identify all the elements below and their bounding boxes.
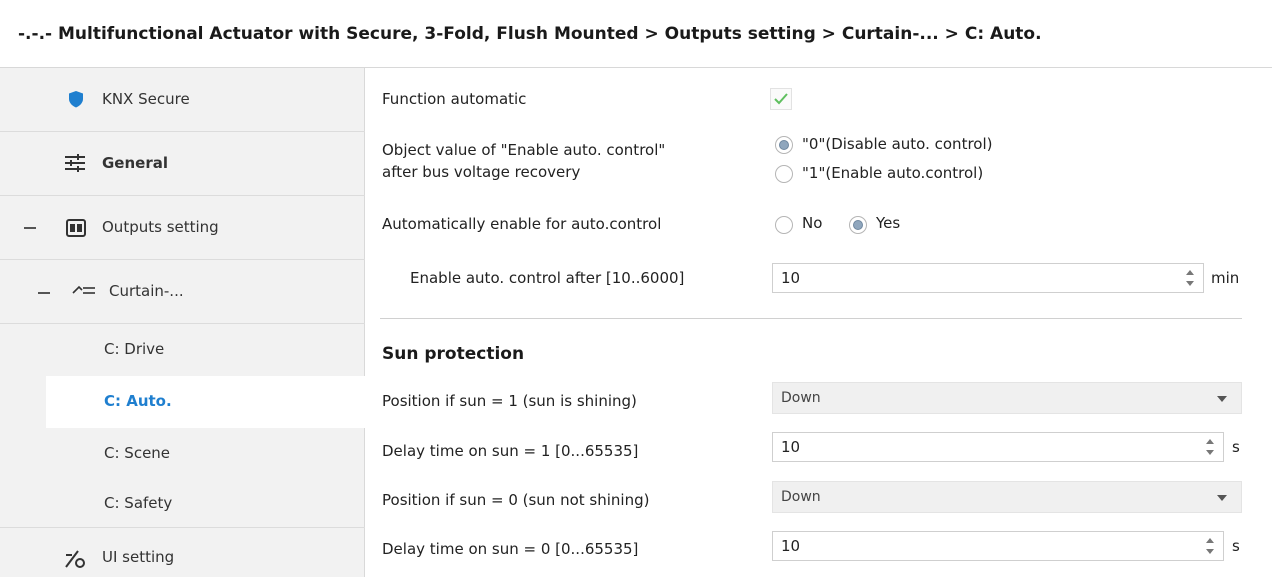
sidebar-item-knx-secure[interactable]: KNX Secure — [0, 68, 365, 132]
position-sun0-value: Down — [781, 489, 821, 505]
auto-enable-radio-no[interactable] — [775, 216, 793, 234]
dropdown-caret-icon — [1217, 396, 1227, 402]
enable-after-spinbox[interactable]: 10 — [772, 263, 1204, 293]
sidebar-item-label: C: Auto. — [104, 392, 172, 410]
sidebar-item-label: UI setting — [102, 548, 175, 566]
sidebar-item-c-scene[interactable]: C: Scene — [0, 428, 365, 480]
delay-sun1-label: Delay time on sun = 1 [0...65535] — [382, 442, 639, 460]
object-value-option-0: "0"(Disable auto. control) — [802, 135, 993, 153]
sidebar: KNX Secure General Outputs setting Curta… — [0, 68, 365, 577]
object-value-option-1: "1"(Enable auto.control) — [802, 164, 984, 182]
curtain-icon — [72, 284, 96, 298]
settings-panel: Function automatic Object value of "Enab… — [366, 68, 1272, 577]
sliders-icon — [64, 153, 86, 173]
object-value-label-line1: Object value of "Enable auto. control" — [382, 141, 666, 159]
enable-after-label: Enable auto. control after [10..6000] — [410, 269, 685, 287]
sidebar-item-c-auto[interactable]: C: Auto. — [46, 376, 365, 428]
ui-setting-icon — [64, 549, 86, 569]
sidebar-item-ui-setting[interactable]: UI setting — [0, 528, 365, 577]
outputs-icon — [66, 219, 86, 237]
auto-enable-label: Automatically enable for auto.control — [382, 215, 662, 233]
breadcrumb: -.-.- Multifunctional Actuator with Secu… — [18, 24, 1042, 44]
sidebar-item-label: Outputs setting — [102, 218, 219, 236]
sidebar-item-label: C: Scene — [104, 444, 171, 462]
sun-protection-heading: Sun protection — [382, 344, 525, 364]
divider — [380, 318, 1242, 319]
sidebar-item-label: C: Safety — [104, 494, 173, 512]
position-sun1-label: Position if sun = 1 (sun is shining) — [382, 392, 637, 410]
sidebar-item-label: General — [102, 154, 168, 172]
title-bar: -.-.- Multifunctional Actuator with Secu… — [0, 0, 1272, 68]
spin-arrows-icon[interactable] — [1205, 537, 1215, 555]
position-sun0-select[interactable]: Down — [772, 481, 1242, 513]
auto-enable-radio-yes[interactable] — [849, 216, 867, 234]
position-sun1-value: Down — [781, 390, 821, 406]
delay-sun0-value: 10 — [781, 537, 801, 555]
sidebar-item-general[interactable]: General — [0, 132, 365, 196]
delay-sun1-value: 10 — [781, 438, 801, 456]
enable-after-unit: min — [1211, 269, 1240, 287]
shield-icon — [68, 90, 84, 108]
auto-enable-option-no: No — [802, 214, 823, 232]
sidebar-item-c-drive[interactable]: C: Drive — [0, 324, 365, 376]
delay-sun1-unit: s — [1232, 438, 1240, 456]
sidebar-item-label: Curtain-... — [109, 282, 184, 300]
enable-after-value: 10 — [781, 269, 801, 287]
delay-sun0-unit: s — [1232, 537, 1240, 555]
sidebar-item-label: KNX Secure — [102, 90, 190, 108]
spin-arrows-icon[interactable] — [1205, 438, 1215, 456]
collapse-icon[interactable] — [38, 292, 50, 294]
dropdown-caret-icon — [1217, 495, 1227, 501]
delay-sun0-spinbox[interactable]: 10 — [772, 531, 1224, 561]
object-value-label-line2: after bus voltage recovery — [382, 163, 581, 181]
sidebar-item-outputs-setting[interactable]: Outputs setting — [0, 196, 365, 260]
collapse-icon[interactable] — [24, 227, 36, 229]
object-value-radio-0[interactable] — [775, 136, 793, 154]
position-sun0-label: Position if sun = 0 (sun not shining) — [382, 491, 650, 509]
delay-sun0-label: Delay time on sun = 0 [0...65535] — [382, 540, 639, 558]
spin-arrows-icon[interactable] — [1185, 269, 1195, 287]
sidebar-item-curtain[interactable]: Curtain-... — [0, 260, 365, 324]
auto-enable-option-yes: Yes — [876, 214, 901, 232]
object-value-radio-1[interactable] — [775, 165, 793, 183]
function-automatic-checkbox[interactable] — [770, 88, 792, 110]
sidebar-item-c-safety[interactable]: C: Safety — [0, 480, 365, 528]
position-sun1-select[interactable]: Down — [772, 382, 1242, 414]
check-icon — [774, 93, 788, 105]
sidebar-item-label: C: Drive — [104, 340, 165, 358]
delay-sun1-spinbox[interactable]: 10 — [772, 432, 1224, 462]
function-automatic-label: Function automatic — [382, 90, 527, 108]
